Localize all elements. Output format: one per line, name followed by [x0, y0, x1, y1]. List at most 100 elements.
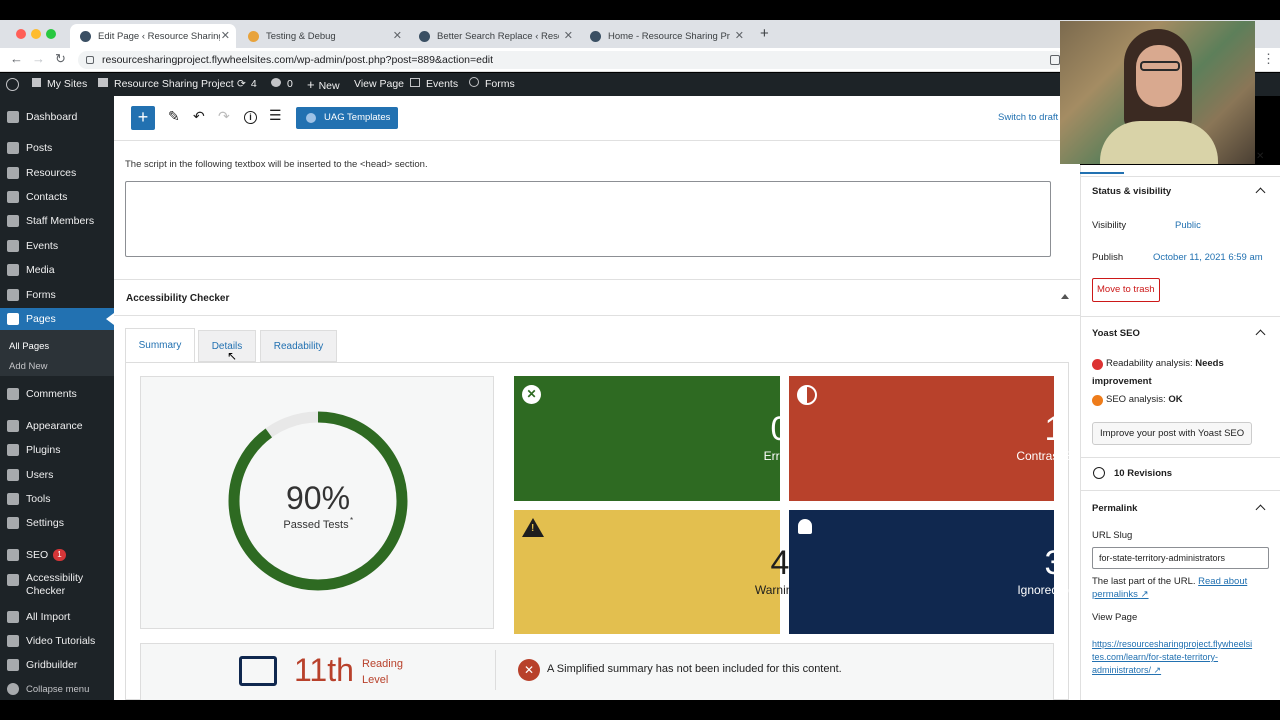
undo-icon[interactable]: ↶ [193, 108, 205, 125]
warnings-tile[interactable]: ! 4 Warnings [514, 510, 805, 634]
view-page-url-1[interactable]: https://resourcesharingproject.flywheels… [1092, 639, 1252, 649]
neutral-face-icon [1092, 395, 1103, 406]
maximize-window-dot[interactable] [46, 29, 56, 39]
submenu-add-new[interactable]: Add New [9, 361, 48, 372]
media-icon [7, 264, 19, 276]
updates-menu[interactable]: ⟳ 4 [237, 73, 257, 96]
readability-analysis-cont: improvement [1092, 376, 1152, 387]
pin-icon [7, 142, 19, 154]
sidebar-item-gridbuilder[interactable]: Gridbuilder [0, 654, 114, 676]
sidebar-item-seo[interactable]: SEO 1 [0, 544, 114, 566]
sidebar-item-all-import[interactable]: All Import [0, 606, 114, 628]
sidebar-item-forms[interactable]: Forms [0, 284, 114, 306]
browser-menu-icon[interactable]: ⋮ [1262, 51, 1275, 67]
errors-tile[interactable]: ✕ 0 Errors [514, 376, 796, 501]
sidebar-item-contacts[interactable]: Contacts [0, 186, 114, 208]
import-icon [7, 611, 19, 623]
switch-to-draft-button[interactable]: Switch to draft [998, 112, 1058, 123]
wordpress-logo-icon[interactable] [6, 78, 19, 91]
sidebar-item-video-tutorials[interactable]: Video Tutorials [0, 630, 114, 652]
tab-summary[interactable]: Summary [125, 328, 195, 362]
view-page-url-2[interactable]: tes.com/learn/for-state-territory- [1092, 652, 1218, 662]
visibility-label: Visibility [1092, 220, 1127, 231]
pencil-icon[interactable]: ✎ [168, 108, 180, 125]
address-bar[interactable]: resourcesharingproject.flywheelsites.com… [78, 51, 1064, 69]
paintbrush-icon [7, 420, 19, 432]
sidebar-item-dashboard[interactable]: Dashboard [0, 106, 114, 128]
browser-tab-edit-page[interactable]: Edit Page ‹ Resource Sharing Project ✕ [70, 24, 236, 48]
publish-date[interactable]: October 11, 2021 6:59 am [1153, 252, 1263, 263]
sidebar-divider [1080, 457, 1280, 458]
sidebar-item-comments[interactable]: Comments [0, 383, 114, 405]
close-tab-icon[interactable]: ✕ [564, 29, 573, 42]
events-menu[interactable]: Events [410, 73, 458, 96]
close-tab-icon[interactable]: ✕ [735, 29, 744, 42]
sidebar-item-users[interactable]: Users [0, 464, 114, 486]
head-script-textarea[interactable] [125, 181, 1051, 257]
sidebar-item-media[interactable]: Media [0, 259, 114, 281]
move-to-trash-button[interactable]: Move to trash [1092, 278, 1160, 302]
visibility-value[interactable]: Public [1175, 220, 1201, 231]
close-tab-icon[interactable]: ✕ [221, 29, 230, 42]
list-view-icon[interactable]: ☰ [269, 107, 282, 124]
minimize-window-dot[interactable] [31, 29, 41, 39]
browser-tab-home[interactable]: Home - Resource Sharing Project ✕ [580, 24, 750, 48]
my-sites-menu[interactable]: My Sites [32, 73, 87, 96]
redo-icon[interactable]: ↷ [218, 108, 230, 125]
accessibility-checker-title[interactable]: Accessibility Checker [126, 293, 229, 304]
new-content-menu[interactable]: + New [307, 73, 340, 96]
close-tab-icon[interactable]: ✕ [393, 29, 402, 42]
bell-icon [798, 519, 812, 534]
site-name-menu[interactable]: Resource Sharing Project [98, 73, 234, 96]
tab-readability[interactable]: Readability [260, 330, 337, 362]
forms-menu[interactable]: Forms [469, 73, 515, 96]
sidebar-item-accessibility-checker[interactable]: Accessibility Checker [0, 572, 100, 602]
external-link-icon: ↗ [1153, 665, 1162, 675]
external-link-icon: ↗ [1140, 589, 1149, 600]
ignored-items-tile[interactable]: 3 Ignored Items [789, 510, 1091, 634]
browser-tab-search-replace[interactable]: Better Search Replace ‹ Resource Sharing… [409, 24, 579, 48]
permalink-heading[interactable]: Permalink [1092, 503, 1137, 514]
sidebar-item-resources[interactable]: Resources [0, 162, 114, 184]
view-page-link[interactable]: View Page [354, 73, 404, 96]
sidebar-item-pages[interactable]: Pages [0, 308, 114, 330]
read-about-link[interactable]: Read about [1198, 576, 1247, 587]
uag-templates-button[interactable]: UAG Templates [296, 107, 398, 129]
collapse-menu-button[interactable]: Collapse menu [0, 678, 114, 700]
active-tab-indicator [1080, 172, 1124, 174]
improve-with-yoast-button[interactable]: Improve your post with Yoast SEO [1092, 422, 1253, 445]
sidebar-item-settings[interactable]: Settings [0, 512, 114, 534]
reading-level-icon [239, 656, 277, 686]
gear-icon [7, 191, 19, 203]
info-icon[interactable]: i [244, 111, 257, 124]
comments-menu[interactable]: 0 [271, 73, 293, 96]
presenter-shirt [1100, 121, 1218, 164]
sidebar-item-appearance[interactable]: Appearance [0, 415, 114, 437]
reload-icon[interactable]: ↻ [55, 51, 66, 67]
back-icon[interactable]: ← [10, 51, 23, 66]
status-visibility-heading[interactable]: Status & visibility [1092, 186, 1171, 197]
close-overlay-icon[interactable]: ✕ [1256, 151, 1264, 162]
sidebar-item-events[interactable]: Events [0, 235, 114, 257]
passed-label: Passed Tests [283, 519, 349, 531]
collapse-panel-icon[interactable] [1061, 294, 1069, 299]
view-page-url-3[interactable]: administrators/ ↗ [1092, 665, 1161, 676]
sidebar-item-staff-members[interactable]: Staff Members [0, 210, 114, 232]
extension-icon[interactable] [1050, 55, 1060, 65]
url-slug-input[interactable]: for-state-territory-administrators [1092, 547, 1269, 569]
contrast-error-tile[interactable]: 1 Contrast Error [789, 376, 1092, 501]
sidebar-item-tools[interactable]: Tools [0, 488, 114, 510]
sidebar-item-posts[interactable]: Posts [0, 137, 114, 159]
browser-tab-testing[interactable]: Testing & Debug ✕ [238, 24, 408, 48]
submenu-all-pages[interactable]: All Pages [9, 341, 49, 352]
close-window-dot[interactable] [16, 29, 26, 39]
permalinks-link[interactable]: permalinks ↗ [1092, 589, 1149, 600]
forward-icon[interactable]: → [32, 51, 45, 66]
new-tab-icon[interactable]: + [760, 25, 769, 42]
sidebar-item-plugins[interactable]: Plugins [0, 439, 114, 461]
person-icon [7, 215, 19, 227]
accessibility-icon [7, 574, 19, 586]
revisions-link[interactable]: 10 Revisions [1114, 468, 1172, 479]
yoast-seo-heading[interactable]: Yoast SEO [1092, 328, 1140, 339]
add-block-button[interactable]: + [131, 106, 155, 130]
